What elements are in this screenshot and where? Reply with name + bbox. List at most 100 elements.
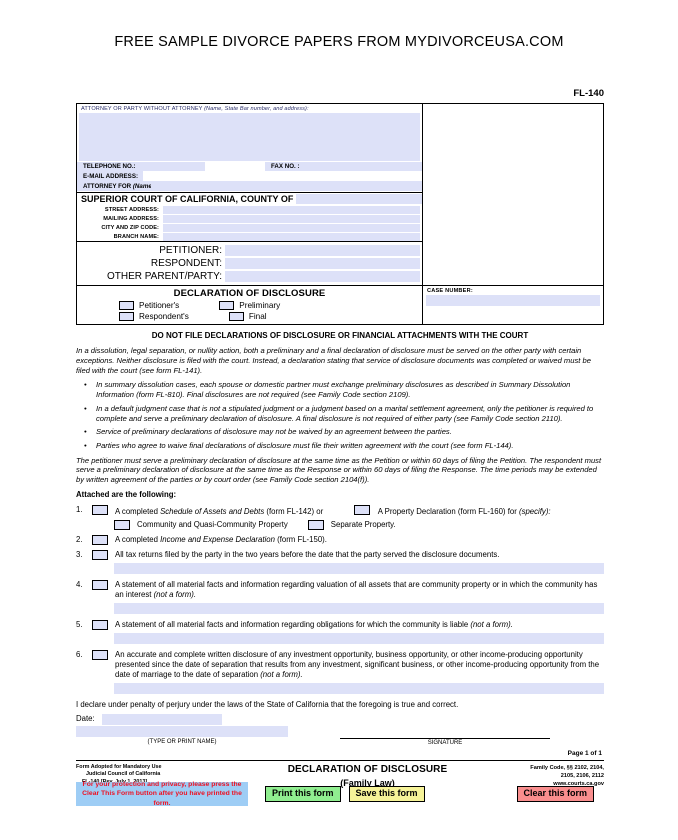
telephone-label: TELEPHONE NO.: (83, 163, 136, 170)
item-2-checkbox[interactable] (92, 534, 108, 545)
checkbox-final-label: Final (248, 312, 267, 321)
case-number-field[interactable] (426, 295, 600, 306)
item-3: 3. All tax returns filed by the party in… (76, 549, 604, 560)
attached-heading: Attached are the following: (76, 489, 177, 499)
item-4-number: 4. (76, 579, 83, 589)
item-1-text-b: A Property Declaration (form FL-160) for (377, 506, 519, 516)
court-header-label: SUPERIOR COURT OF CALIFORNIA, COUNTY OF (81, 194, 294, 204)
item-5-number: 5. (76, 619, 83, 629)
attorney-for-label: ATTORNEY FOR (Name): (77, 183, 156, 190)
court-county-field[interactable] (296, 194, 422, 204)
item-6-checkbox[interactable] (92, 649, 108, 660)
form-sheet: ATTORNEY OR PARTY WITHOUT ATTORNEY (Name… (76, 103, 604, 788)
attorney-block-label: ATTORNEY OR PARTY WITHOUT ATTORNEY (Name… (77, 104, 422, 112)
branch-name-field[interactable] (163, 232, 420, 241)
petitioner-row: PETITIONER: (77, 244, 422, 257)
attorney-label-italic: (Name, State Bar number, and address): (204, 106, 309, 112)
respondent-row: RESPONDENT: (77, 257, 422, 270)
bullet-item: Service of preliminary declarations of d… (76, 427, 604, 437)
item-3-checkbox[interactable] (92, 549, 108, 560)
item-1-text: A completed Schedule of Assets and Debts… (115, 504, 551, 517)
footer-form-title: DECLARATION OF DISCLOSURE (287, 763, 448, 775)
checkbox-respondents[interactable] (119, 312, 134, 321)
checkbox-petitioners[interactable] (119, 301, 134, 310)
title-block: DECLARATION OF DISCLOSURE Petitioner's P… (76, 286, 604, 325)
item-6-text-start: An accurate and complete written disclos… (115, 649, 600, 679)
mailing-address-label: MAILING ADDRESS: (103, 215, 159, 222)
clear-this-form-button[interactable]: Clear this form (516, 786, 595, 802)
bullet-item: Parties who agree to waive final declara… (76, 441, 604, 451)
item-5-checkbox[interactable] (92, 619, 108, 630)
attorney-for-label-cell: ATTORNEY FOR (Name): (77, 181, 156, 191)
item-3-fill-field[interactable] (114, 562, 604, 574)
form-body: DO NOT FILE DECLARATIONS OF DISCLOSURE O… (76, 325, 604, 790)
print-name-field[interactable] (76, 725, 288, 737)
declaration-title: DECLARATION OF DISCLOSURE (173, 288, 326, 299)
respondent-field[interactable] (225, 258, 420, 269)
other-parent-field[interactable] (225, 271, 420, 282)
item-6-not-a-form: (not a form). (260, 669, 303, 679)
date-field[interactable] (102, 713, 222, 725)
bullet-item: In a default judgment case that is not a… (76, 404, 604, 423)
form-action-bar: For your protection and privacy, please … (76, 781, 604, 807)
item-1-separate-property-checkbox[interactable] (307, 519, 324, 530)
case-number-label: CASE NUMBER: (427, 288, 473, 294)
city-zip-label: CITY AND ZIP CODE: (101, 224, 159, 231)
banner-text: FREE SAMPLE DIVORCE PAPERS FROM MYDIVORC… (114, 34, 564, 50)
caption-box: ATTORNEY OR PARTY WITHOUT ATTORNEY (Name… (76, 103, 604, 286)
checkbox-final[interactable] (228, 312, 244, 321)
checkbox-row-0: Petitioner's Preliminary (77, 301, 422, 310)
court-address-row-3: BRANCH NAME: (77, 232, 422, 241)
item-5-not-a-form: (not a form). (470, 619, 513, 629)
email-row: E-MAIL ADDRESS: (77, 171, 422, 181)
item-6-number: 6. (76, 649, 83, 659)
print-this-form-button[interactable]: Print this form (265, 786, 341, 802)
item-6-fill-field[interactable] (114, 682, 604, 694)
perjury-statement: I declare under penalty of perjury under… (76, 699, 459, 709)
type-or-print-name-caption: (TYPE OR PRINT NAME) (147, 738, 217, 745)
item-1-subrow: Community and Quasi-Community Property S… (114, 519, 604, 530)
item-1-number: 1. (76, 504, 83, 514)
court-use-only-box (423, 104, 603, 285)
item-1-community-property-checkbox[interactable] (114, 519, 130, 530)
item-5-fill-field[interactable] (114, 632, 604, 644)
case-number-area: CASE NUMBER: (423, 286, 603, 324)
item-4-checkbox[interactable] (92, 579, 108, 590)
do-not-file-warning: DO NOT FILE DECLARATIONS OF DISCLOSURE O… (151, 331, 529, 340)
item-3-text: All tax returns filed by the party in th… (115, 549, 500, 559)
attorney-for-value-field[interactable] (151, 181, 422, 191)
page-banner: FREE SAMPLE DIVORCE PAPERS FROM MYDIVORC… (0, 34, 678, 50)
branch-name-label: BRANCH NAME: (113, 233, 159, 240)
save-this-form-button[interactable]: Save this form (348, 786, 425, 802)
attorney-name-address-field[interactable] (79, 113, 420, 161)
email-value-field[interactable] (143, 171, 422, 181)
email-label: E-MAIL ADDRESS: (83, 172, 139, 180)
checkbox-preliminary[interactable] (219, 301, 235, 310)
street-address-field[interactable] (163, 205, 420, 214)
item-5-text-start: A statement of all material facts and in… (115, 619, 471, 629)
item-1-property-declaration-checkbox[interactable] (353, 504, 370, 515)
petitioner-field[interactable] (225, 245, 420, 256)
item-1-checkbox[interactable] (92, 504, 108, 515)
mailing-address-field[interactable] (163, 214, 420, 223)
city-zip-field[interactable] (163, 223, 420, 232)
intro-paragraph: In a dissolution, legal separation, or n… (76, 346, 591, 375)
respondent-label: RESPONDENT: (150, 258, 222, 269)
item-1-separate-property-label: Separate Property. (330, 519, 396, 529)
checkbox-row-1: Respondent's Final (77, 312, 422, 321)
footer-adopted-line: Form Adopted for Mandatory Use (76, 763, 162, 770)
item-1-specify: (specify): (518, 506, 551, 516)
attorney-label-text: ATTORNEY OR PARTY WITHOUT ATTORNEY (81, 106, 205, 112)
email-label-cell: E-MAIL ADDRESS: (77, 171, 143, 181)
item-2-form-name: Income and Expense Declaration (160, 534, 275, 544)
item-1-community-property-label: Community and Quasi-Community Property (137, 519, 288, 529)
other-parent-label: OTHER PARENT/PARTY: (106, 271, 222, 282)
attorney-for-row: ATTORNEY FOR (Name): (77, 181, 422, 191)
item-2: 2. A completed Income and Expense Declar… (76, 534, 604, 545)
attorney-for-label-text: ATTORNEY FOR (83, 182, 133, 190)
name-signature-fields-row (76, 725, 604, 737)
telephone-value-field[interactable] (205, 162, 265, 171)
telephone-fax-row: TELEPHONE NO.: FAX NO. : (77, 161, 422, 171)
item-4-fill-field[interactable] (114, 602, 604, 614)
fax-segment: FAX NO. : (265, 162, 422, 171)
